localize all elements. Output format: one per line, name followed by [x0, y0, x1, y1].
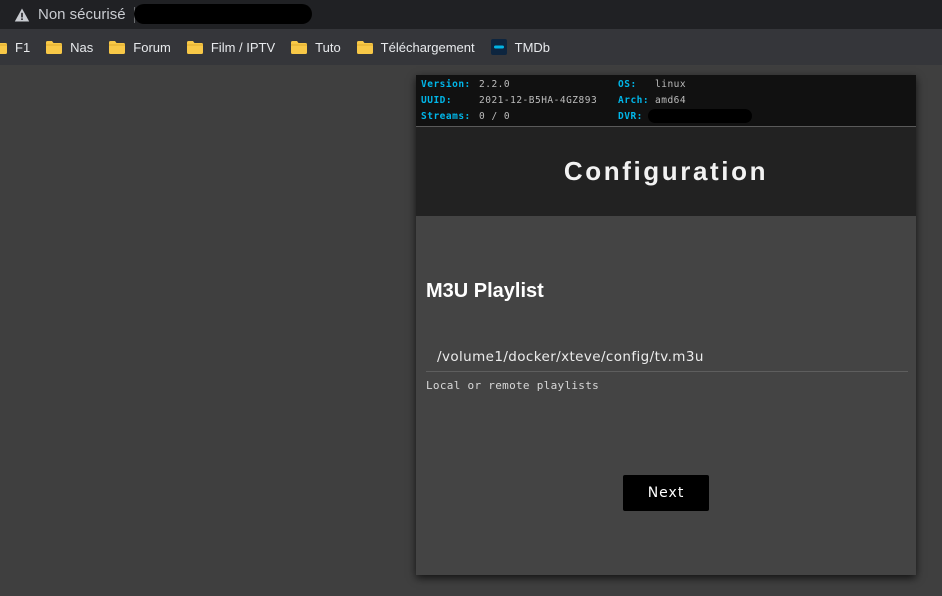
- folder-icon: [291, 40, 308, 54]
- address-bar[interactable]: Non sécurisé http: [0, 0, 942, 29]
- folder-icon: [109, 40, 126, 54]
- playlist-path-input[interactable]: [426, 343, 908, 372]
- folder-icon: [46, 40, 63, 54]
- redacted-url: [134, 4, 312, 24]
- bookmark-f1[interactable]: F1: [0, 29, 38, 65]
- bookmark-label: Forum: [133, 39, 171, 55]
- next-button[interactable]: Next: [623, 475, 709, 511]
- warning-icon: [14, 7, 30, 23]
- arch-label: Arch:: [618, 95, 650, 106]
- folder-icon: [356, 40, 373, 54]
- bookmark-label: Téléchargement: [380, 39, 475, 55]
- server-info-bar: Version: 2.2.0 OS: linux UUID: 2021-12-B…: [416, 75, 916, 127]
- version-label: Version:: [421, 79, 471, 90]
- bookmark-tuto[interactable]: Tuto: [283, 29, 349, 65]
- redacted-dvr-value: [648, 109, 752, 123]
- uuid-label: UUID:: [421, 95, 453, 106]
- security-status-label[interactable]: Non sécurisé: [38, 6, 126, 23]
- os-value: linux: [655, 79, 687, 90]
- bookmark-nas[interactable]: Nas: [38, 29, 101, 65]
- page-title: Configuration: [563, 156, 769, 186]
- os-label: OS:: [618, 79, 637, 90]
- bookmark-tmdb[interactable]: TMDb: [483, 29, 558, 65]
- configuration-panel: Version: 2.2.0 OS: linux UUID: 2021-12-B…: [416, 75, 916, 575]
- info-row-streams: Streams: 0 / 0 DVR:: [416, 109, 916, 124]
- info-row-version: Version: 2.2.0 OS: linux: [416, 78, 916, 92]
- playlist-hint: Local or remote playlists: [426, 379, 600, 392]
- bookmark-label: Tuto: [315, 39, 341, 55]
- page-header: Configuration: [416, 127, 916, 216]
- streams-label: Streams:: [421, 111, 471, 122]
- dvr-label: DVR:: [618, 111, 643, 122]
- bookmark-forum[interactable]: Forum: [101, 29, 179, 65]
- info-row-uuid: UUID: 2021-12-B5HA-4GZ893 Arch: amd64: [416, 94, 916, 108]
- bookmark-label: TMDb: [514, 39, 551, 55]
- streams-value: 0 / 0: [479, 111, 511, 122]
- bookmark-label: Film / IPTV: [210, 39, 276, 55]
- uuid-value: 2021-12-B5HA-4GZ893: [479, 95, 598, 106]
- bookmarks-bar: F1 Nas Forum Film / IPTV Tuto Télécharge…: [0, 29, 942, 65]
- arch-value: amd64: [655, 95, 687, 106]
- tmdb-icon: [490, 39, 507, 55]
- folder-icon: [186, 40, 203, 54]
- version-value: 2.2.0: [479, 79, 511, 90]
- bookmark-label: F1: [15, 39, 31, 55]
- folder-icon: [0, 41, 7, 54]
- bookmark-telechargement[interactable]: Téléchargement: [349, 29, 483, 65]
- section-title: M3U Playlist: [426, 280, 544, 302]
- bookmark-film-iptv[interactable]: Film / IPTV: [179, 29, 283, 65]
- bookmark-label: Nas: [70, 39, 94, 55]
